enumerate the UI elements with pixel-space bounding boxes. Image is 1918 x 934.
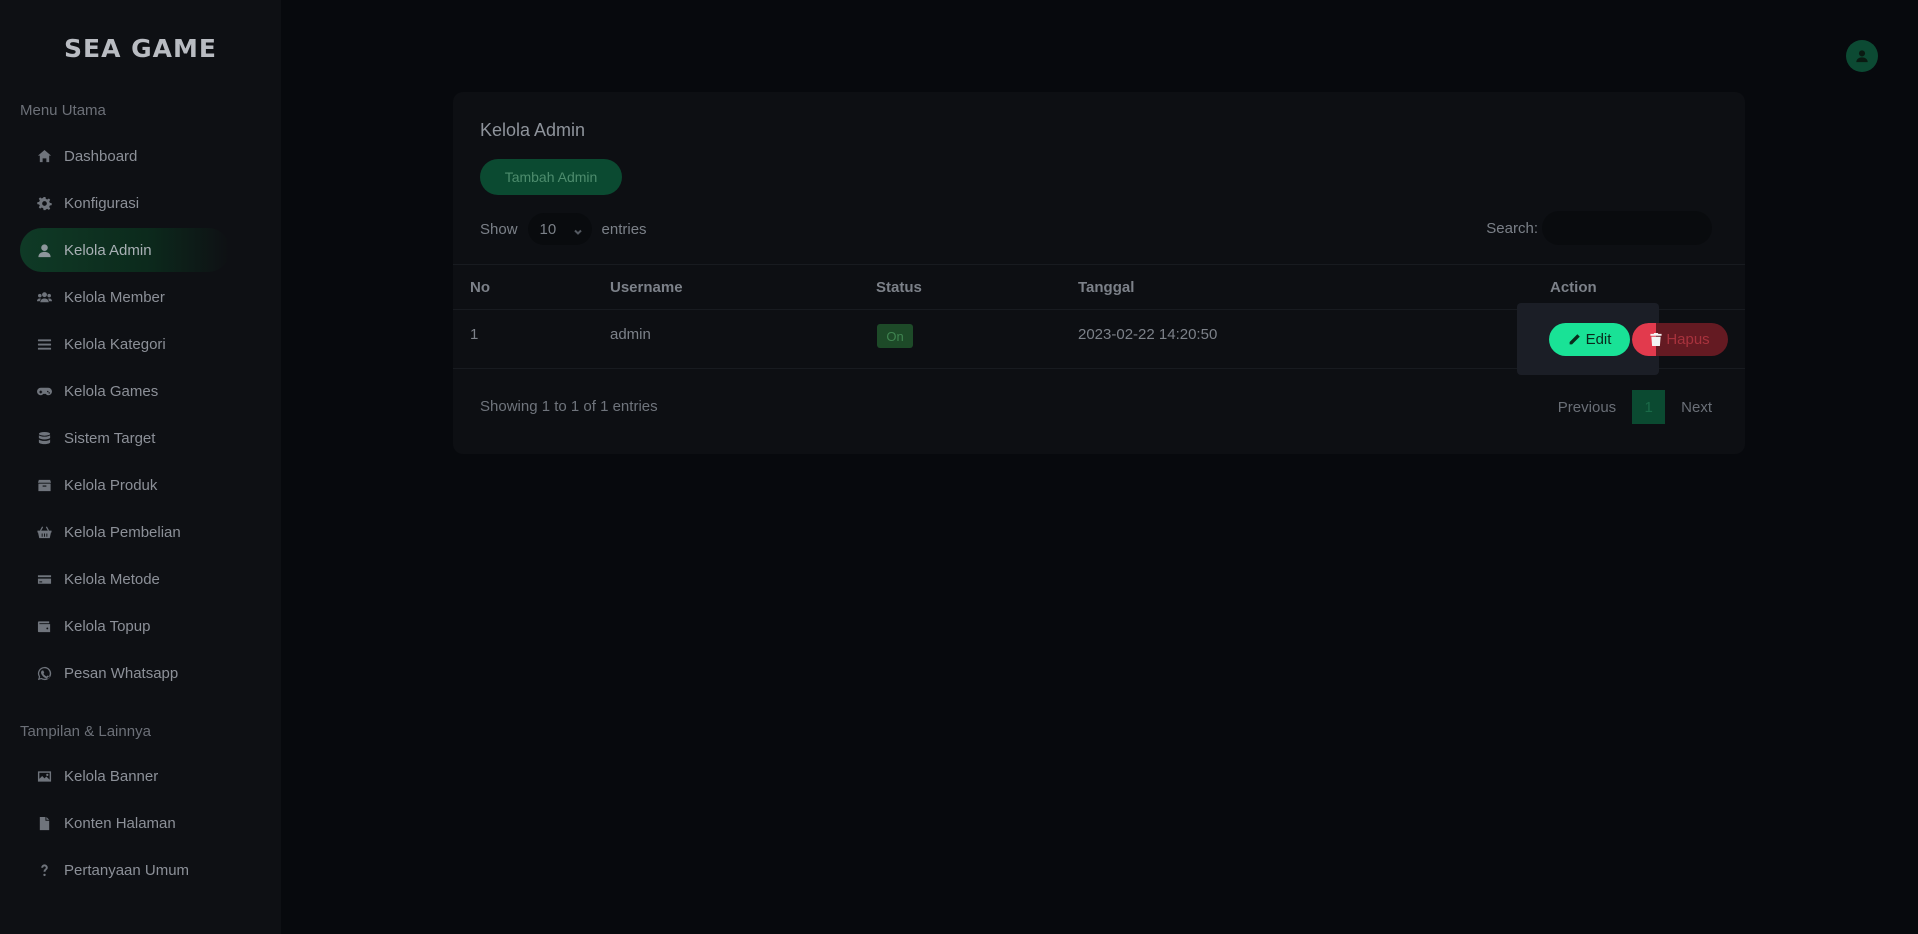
wallet-icon xyxy=(36,618,52,634)
sidebar-item-dashboard[interactable]: Dashboard xyxy=(20,134,230,178)
pencil-icon xyxy=(1569,334,1580,345)
sidebar-item-kelola-banner[interactable]: Kelola Banner xyxy=(20,754,230,798)
user-circle-icon xyxy=(1856,50,1868,63)
user-icon xyxy=(36,242,52,258)
sidebar-item-kelola-pembelian[interactable]: Kelola Pembelian xyxy=(20,510,230,554)
search-input[interactable] xyxy=(1542,211,1712,245)
sidebar-item-label: Kelola Kategori xyxy=(64,335,166,353)
sidebar-item-label: Konfigurasi xyxy=(64,194,140,212)
sidebar-item-kelola-metode[interactable]: Kelola Metode xyxy=(20,557,230,601)
file-icon xyxy=(36,815,52,831)
status-badge: On xyxy=(877,324,913,348)
sidebar-item-label: Kelola Admin xyxy=(64,241,152,259)
column-header-no[interactable]: No xyxy=(470,279,490,296)
column-header-username[interactable]: Username xyxy=(610,279,683,296)
sidebar-item-kelola-kategori[interactable]: Kelola Kategori xyxy=(20,322,230,366)
pagination-previous[interactable]: Previous xyxy=(1558,399,1616,416)
column-header-action: Action xyxy=(1550,279,1597,296)
whatsapp-icon xyxy=(36,665,52,681)
sidebar-item-label: Kelola Member xyxy=(64,288,165,306)
cell-no: 1 xyxy=(470,326,479,343)
search-label: Search: xyxy=(1486,219,1538,237)
section-title-other: Tampilan & Lainnya xyxy=(20,723,151,740)
brand-logo[interactable]: SEA GAME xyxy=(0,34,281,63)
column-header-tanggal[interactable]: Tanggal xyxy=(1078,279,1134,296)
sidebar-item-label: Kelola Banner xyxy=(64,767,159,785)
pagination-page-current[interactable]: 1 xyxy=(1632,390,1666,424)
sidebar-item-label: Konten Halaman xyxy=(64,814,176,832)
sidebar-item-label: Kelola Pembelian xyxy=(64,523,181,541)
sidebar-item-label: Kelola Produk xyxy=(64,476,158,494)
sidebar-item-label: Dashboard xyxy=(64,147,138,165)
sidebar-item-kelola-topup[interactable]: Kelola Topup xyxy=(20,604,230,648)
entries-label: entries xyxy=(601,220,647,238)
users-icon xyxy=(36,289,52,305)
credit-card-icon xyxy=(36,571,52,587)
sidebar-item-konten-halaman[interactable]: Konten Halaman xyxy=(20,801,230,845)
entries-length-control: Show 10 entries xyxy=(480,212,647,246)
box-icon xyxy=(36,477,52,493)
page-title: Kelola Admin xyxy=(480,120,586,140)
sidebar-item-kelola-games[interactable]: Kelola Games xyxy=(20,369,230,413)
cell-tanggal: 2023-02-22 14:20:50 xyxy=(1078,326,1218,343)
sidebar-item-label: Kelola Games xyxy=(64,382,159,400)
list-icon xyxy=(36,336,52,352)
edit-button-label: Edit xyxy=(1585,331,1612,348)
pagination: Previous 1 Next xyxy=(1558,390,1712,424)
gamepad-icon xyxy=(36,383,52,399)
sidebar-item-kelola-produk[interactable]: Kelola Produk xyxy=(20,463,230,507)
delete-button[interactable]: Hapus xyxy=(1632,323,1728,356)
trash-icon xyxy=(1650,333,1662,346)
sidebar-item-label: Pertanyaan Umum xyxy=(64,861,190,879)
cell-username: admin xyxy=(610,326,651,343)
sidebar-item-kelola-member[interactable]: Kelola Member xyxy=(20,275,230,319)
sidebar-item-konfigurasi[interactable]: Konfigurasi xyxy=(20,181,230,225)
entries-select-value: 10 xyxy=(539,220,557,238)
chevron-down-icon xyxy=(573,223,582,235)
edit-button[interactable]: Edit xyxy=(1549,323,1630,356)
sidebar: SEA GAME Menu Utama Dashboard Konfiguras… xyxy=(0,0,281,934)
table-search: Search: xyxy=(1486,210,1712,246)
show-label: Show xyxy=(480,220,518,238)
pagination-next[interactable]: Next xyxy=(1681,399,1712,416)
sidebar-item-label: Pesan Whatsapp xyxy=(64,664,179,682)
database-icon xyxy=(36,430,52,446)
column-header-status[interactable]: Status xyxy=(876,279,922,296)
delete-button-label: Hapus xyxy=(1666,331,1710,348)
gear-icon xyxy=(36,195,52,211)
image-icon xyxy=(36,768,52,784)
table-info: Showing 1 to 1 of 1 entries xyxy=(480,398,658,415)
sidebar-item-label: Kelola Topup xyxy=(64,617,151,635)
sidebar-item-label: Kelola Metode xyxy=(64,570,160,588)
section-title-main: Menu Utama xyxy=(20,102,106,119)
basket-icon xyxy=(36,524,52,540)
sidebar-item-kelola-admin[interactable]: Kelola Admin xyxy=(20,228,230,272)
sidebar-item-sistem-target[interactable]: Sistem Target xyxy=(20,416,230,460)
question-icon xyxy=(36,862,52,878)
entries-select[interactable]: 10 xyxy=(527,213,592,245)
add-admin-button[interactable]: Tambah Admin xyxy=(480,159,622,195)
sidebar-item-label: Sistem Target xyxy=(64,429,156,447)
user-avatar[interactable] xyxy=(1846,40,1878,72)
admin-table-card: Kelola Admin Tambah Admin Show 10 entrie… xyxy=(453,92,1745,454)
sidebar-item-pesan-whatsapp[interactable]: Pesan Whatsapp xyxy=(20,651,230,695)
sidebar-item-pertanyaan-umum[interactable]: Pertanyaan Umum xyxy=(20,848,230,892)
home-icon xyxy=(36,148,52,164)
